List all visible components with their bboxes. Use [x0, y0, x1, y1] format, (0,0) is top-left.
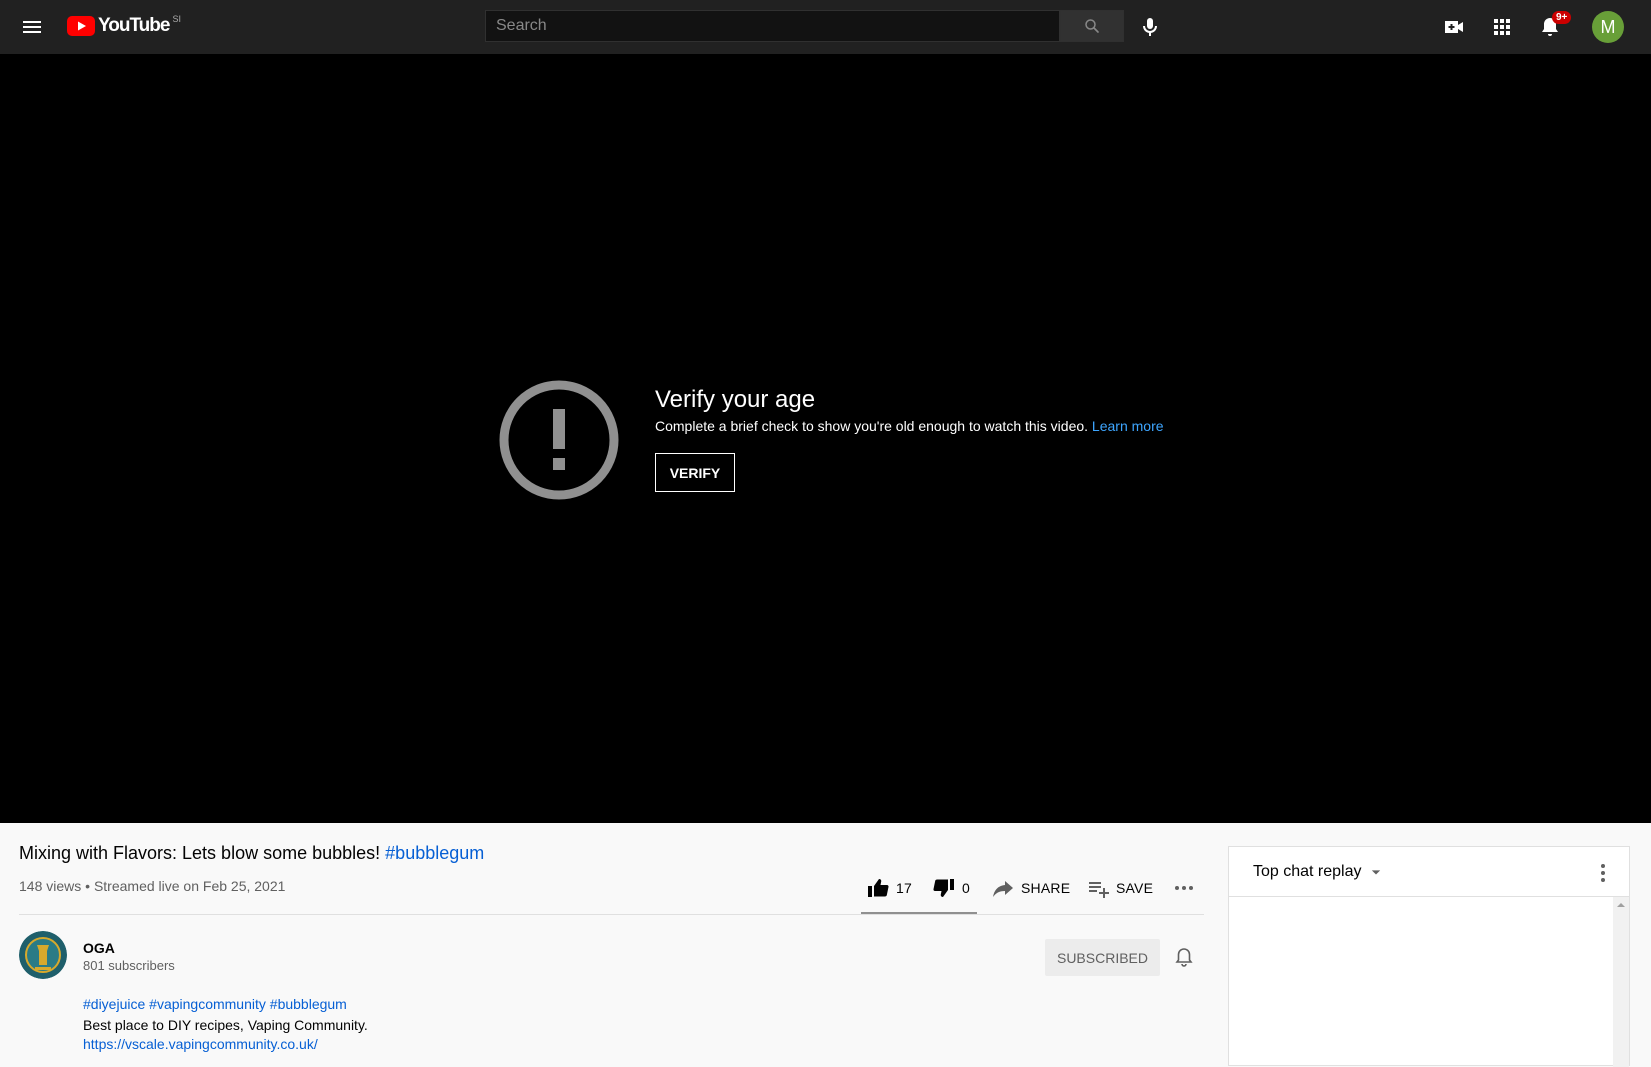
country-code: SI: [172, 14, 181, 24]
chat-title: Top chat replay: [1253, 863, 1362, 880]
more-actions-button[interactable]: [1172, 872, 1196, 904]
video-title: Mixing with Flavors: Lets blow some bubb…: [19, 843, 484, 864]
search-box: [485, 10, 1060, 42]
hamburger-menu-icon: [23, 21, 41, 33]
apps-button[interactable]: [1482, 7, 1522, 47]
playlist-add-icon: [1089, 882, 1109, 898]
guide-menu-button[interactable]: [12, 7, 52, 47]
save-button[interactable]: SAVE: [1086, 872, 1153, 904]
video-player: Verify your age Complete a brief check t…: [0, 54, 1651, 823]
title-hashtag-link[interactable]: #bubblegum: [385, 843, 484, 863]
notification-count-badge: 9+: [1552, 11, 1572, 24]
masthead: YouTube SI 9+ M: [0, 0, 1651, 54]
view-count: 148 views: [19, 878, 82, 894]
hashtag-link[interactable]: #diyejuice: [83, 996, 145, 1012]
more-vertical-icon[interactable]: [1591, 861, 1615, 885]
microphone-icon: [1143, 18, 1157, 36]
age-gate-description: Complete a brief check to show you're ol…: [655, 418, 1164, 434]
description-text: Best place to DIY recipes, Vaping Commun…: [83, 1017, 368, 1033]
scroll-up-arrow-icon[interactable]: [1613, 897, 1629, 913]
verify-button[interactable]: VERIFY: [655, 453, 735, 492]
channel-avatar[interactable]: [19, 931, 67, 979]
channel-name[interactable]: OGA: [83, 940, 115, 956]
share-button[interactable]: SHARE: [991, 872, 1070, 904]
youtube-logo[interactable]: YouTube SI: [67, 14, 181, 37]
chat-scrollbar[interactable]: [1613, 897, 1629, 1067]
create-button[interactable]: [1434, 7, 1474, 47]
video-meta: 148 views • Streamed live on Feb 25, 202…: [19, 878, 286, 894]
dislike-button[interactable]: 0: [932, 872, 970, 904]
hashtag-link[interactable]: #vapingcommunity: [149, 996, 266, 1012]
subscribed-button[interactable]: SUBSCRIBED: [1045, 939, 1160, 976]
like-action[interactable]: 17: [866, 876, 912, 900]
more-horizontal-icon: [1175, 886, 1193, 890]
share-action[interactable]: SHARE: [991, 876, 1070, 900]
search-icon: [1085, 19, 1099, 33]
voice-search-button[interactable]: [1130, 7, 1170, 47]
dislike-count: 0: [962, 880, 970, 896]
share-arrow-icon: [993, 881, 1013, 897]
thumbs-down-icon: [933, 879, 954, 897]
video-title-text: Mixing with Flavors: Lets blow some bubb…: [19, 843, 381, 863]
stream-date: Streamed live on Feb 25, 2021: [93, 878, 286, 894]
live-chat-replay: Top chat replay: [1228, 846, 1630, 1067]
age-gate-description-text: Complete a brief check to show you're ol…: [655, 418, 1089, 434]
search-input[interactable]: [486, 11, 1059, 41]
description-hashtags: #diyejuice #vapingcommunity #bubblegum: [83, 996, 347, 1012]
dropdown-arrow-icon: [1371, 870, 1380, 875]
thumbs-up-icon: [868, 879, 889, 897]
save-action[interactable]: SAVE: [1086, 876, 1153, 900]
youtube-play-icon: [67, 16, 95, 36]
create-video-icon: [1445, 21, 1463, 33]
hashtag-link[interactable]: #bubblegum: [270, 996, 347, 1012]
chat-mode-dropdown[interactable]: Top chat replay: [1253, 862, 1386, 882]
account-avatar[interactable]: M: [1592, 11, 1624, 43]
subscriber-count: 801 subscribers: [83, 958, 175, 973]
apps-grid-icon: [1494, 19, 1510, 35]
alert-icon: [499, 380, 619, 500]
share-label: SHARE: [1021, 880, 1071, 896]
learn-more-link[interactable]: Learn more: [1092, 418, 1164, 434]
search-button[interactable]: [1060, 10, 1124, 42]
info-divider: [19, 914, 1204, 915]
notifications-button[interactable]: 9+: [1530, 7, 1572, 47]
logo-text: YouTube: [98, 15, 170, 36]
save-label: SAVE: [1116, 880, 1154, 896]
age-gate-title: Verify your age: [655, 386, 816, 413]
dislike-action[interactable]: 0: [932, 876, 970, 900]
channel-logo-icon: [19, 931, 67, 979]
chat-header: Top chat replay: [1229, 847, 1629, 897]
description-link[interactable]: https://vscale.vapingcommunity.co.uk/: [83, 1036, 318, 1052]
notification-bell-icon[interactable]: [1172, 945, 1196, 969]
like-count: 17: [896, 880, 912, 896]
like-button[interactable]: 17: [866, 872, 912, 904]
